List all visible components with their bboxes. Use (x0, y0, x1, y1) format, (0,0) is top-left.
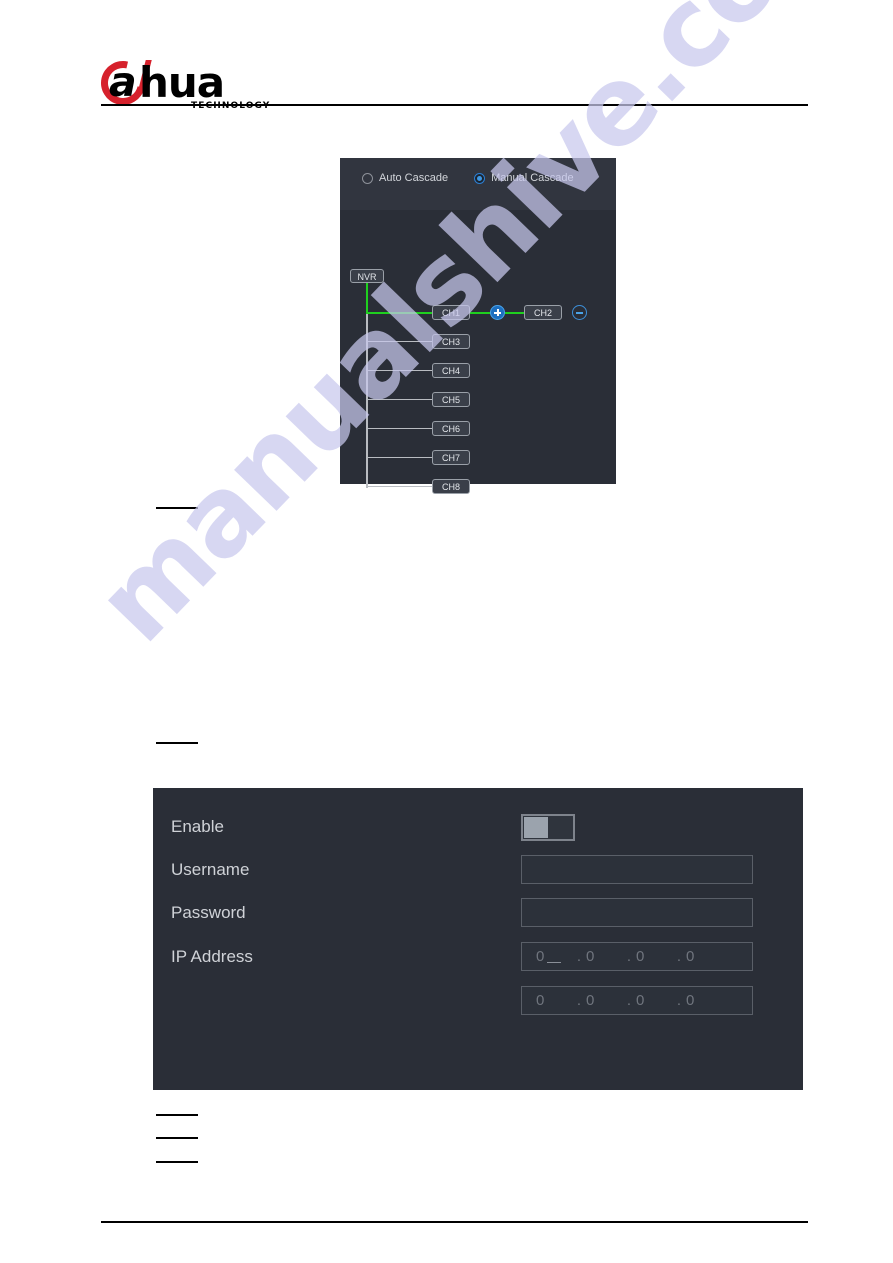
enable-toggle[interactable] (521, 814, 575, 841)
ip-octet-2[interactable]: 0 (586, 948, 622, 965)
username-label: Username (171, 860, 250, 879)
logo-tagline: TECHNOLOGY (191, 101, 271, 111)
tree-node-ch6[interactable]: CH6 (432, 421, 470, 436)
password-input[interactable] (521, 898, 753, 927)
form-row-enable: Enable (153, 812, 803, 842)
ip-address-label: IP Address (171, 947, 253, 966)
remove-cascade-button[interactable] (572, 305, 587, 320)
tree-node-ch2[interactable]: CH2 (524, 305, 562, 320)
caption-line-4 (156, 1137, 198, 1139)
tree-node-ch1[interactable]: CH1 (432, 305, 470, 320)
ip2-octet-1[interactable]: 0 (536, 992, 572, 1009)
caption-line-3 (156, 1114, 198, 1116)
tree-node-ch7[interactable]: CH7 (432, 450, 470, 465)
cascade-mode-radio-group: Auto Cascade Manual Cascade (362, 172, 574, 184)
radio-manual-cascade-icon[interactable] (474, 172, 486, 184)
tree-node-ch8[interactable]: CH8 (432, 479, 470, 494)
cascade-configuration-panel: Auto Cascade Manual Cascade NVR CH1 CH2 … (340, 158, 616, 494)
radio-auto-cascade[interactable]: Auto Cascade (362, 172, 448, 184)
trunk-wire-active (366, 283, 368, 314)
ip-text-cursor (547, 962, 561, 963)
ip-separator-1: . (576, 948, 582, 965)
ip2-octet-3[interactable]: 0 (636, 992, 672, 1009)
logo-wordmark: hua (139, 58, 225, 107)
ip-address-input-primary[interactable]: 0 . 0 . 0 . 0 (521, 942, 753, 971)
enable-toggle-knob[interactable] (524, 817, 548, 838)
radio-manual-cascade-label: Manual Cascade (491, 172, 574, 184)
form-row-ip-address: IP Address 0 . 0 . 0 . 0 (153, 942, 803, 972)
link-wire-ch1-add (470, 312, 491, 314)
tree-node-nvr[interactable]: NVR (350, 269, 384, 283)
form-row-password: Password (153, 898, 803, 928)
ip2-separator-2: . (626, 992, 632, 1009)
cascade-mode-header: Auto Cascade Manual Cascade (340, 158, 616, 210)
password-label: Password (171, 903, 246, 922)
cascade-tree: NVR CH1 CH2 CH3 CH4 CH5 CH6 CH7 CH8 (340, 210, 616, 494)
form-row-ip-address-secondary: 0 . 0 . 0 . 0 (153, 986, 803, 1016)
caption-line-5 (156, 1161, 198, 1163)
ip-separator-3: . (676, 948, 682, 965)
username-input[interactable] (521, 855, 753, 884)
ip-octet-3[interactable]: 0 (636, 948, 672, 965)
link-wire-add-ch2 (505, 312, 524, 314)
radio-auto-cascade-label: Auto Cascade (379, 172, 449, 184)
form-row-username: Username (153, 855, 803, 885)
ip-octet-4[interactable]: 0 (686, 948, 722, 965)
footer-divider (101, 1221, 808, 1223)
radio-manual-cascade[interactable]: Manual Cascade (474, 172, 574, 184)
ip2-octet-4[interactable]: 0 (686, 992, 722, 1009)
add-cascade-button[interactable] (490, 305, 505, 320)
tree-node-ch3[interactable]: CH3 (432, 334, 470, 349)
ip-separator-2: . (626, 948, 632, 965)
caption-line-2 (156, 742, 198, 744)
enable-label: Enable (171, 817, 224, 836)
cascade-device-form-panel: Enable Username Password IP Address 0 . … (153, 788, 803, 1090)
ip2-separator-1: . (576, 992, 582, 1009)
header-divider (101, 104, 808, 106)
tree-node-ch5[interactable]: CH5 (432, 392, 470, 407)
ip2-octet-2[interactable]: 0 (586, 992, 622, 1009)
ip-address-input-secondary[interactable]: 0 . 0 . 0 . 0 (521, 986, 753, 1015)
radio-auto-cascade-icon[interactable] (362, 172, 373, 184)
caption-line-1 (156, 507, 198, 509)
ip2-separator-3: . (676, 992, 682, 1009)
dahua-logo: a hua TECHNOLOGY (92, 52, 301, 114)
logo-letter-a: a (109, 58, 137, 106)
tree-node-ch4[interactable]: CH4 (432, 363, 470, 378)
